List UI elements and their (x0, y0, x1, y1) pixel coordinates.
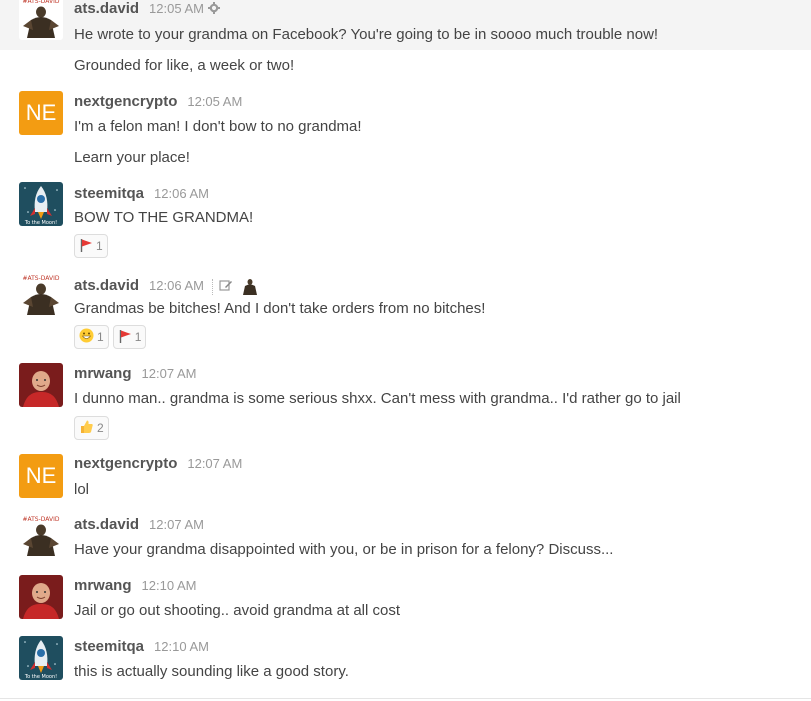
username[interactable]: nextgencrypto (74, 455, 177, 472)
avatar-ats-david[interactable]: #ATS-DAVID (19, 0, 63, 40)
username[interactable]: mrwang (74, 365, 132, 382)
avatar-mrwang[interactable] (19, 363, 63, 407)
message-header: steemitqa 12:10 AM (74, 638, 209, 658)
message-text: Grounded for like, a week or two! (74, 57, 295, 74)
username[interactable]: mrwang (74, 577, 132, 594)
message-text: I dunno man.. grandma is some serious sh… (74, 390, 681, 407)
avatar-nextgencrypto[interactable]: NE (19, 91, 63, 135)
timestamp: 12:05 AM (187, 94, 243, 109)
avatar-steemitqa[interactable]: To the Moon! (19, 636, 63, 680)
timestamp: 12:05 AM (149, 1, 220, 17)
red-flag-icon (79, 238, 93, 255)
timestamp: 12:10 AM (154, 639, 209, 654)
timestamp: 12:10 AM (141, 578, 197, 593)
message-text: He wrote to your grandma on Facebook? Yo… (74, 26, 659, 43)
avatar-ats-david[interactable]: #ATS-DAVID (19, 273, 63, 317)
composer-divider (0, 698, 811, 699)
gear-icon[interactable] (207, 2, 220, 17)
message-header: nextgencrypto 12:07 AM (74, 455, 242, 475)
editor-avatar-icon[interactable] (239, 275, 262, 298)
svg-text:#ATS-DAVID: #ATS-DAVID (22, 275, 59, 282)
message-text: Jail or go out shooting.. avoid grandma … (74, 602, 401, 619)
timestamp: 12:07 AM (141, 366, 197, 381)
message-header: mrwang 12:07 AM (74, 365, 196, 385)
svg-text:#ATS-DAVID: #ATS-DAVID (22, 0, 59, 5)
chat-feed: #ATS-DAVID ats.david 12:05 AM He wrote t… (0, 0, 811, 701)
message-text: Learn your place! (74, 149, 190, 166)
thumbs-up-icon (79, 419, 94, 437)
edit-icon[interactable] (211, 278, 232, 295)
message-text: Grandmas be bitches! And I don't take or… (74, 300, 486, 317)
message-header: ats.david 12:06 AM (74, 275, 262, 298)
avatar-nextgencrypto[interactable]: NE (19, 454, 63, 498)
message-text: I'm a felon man! I don't bow to no grand… (74, 118, 362, 135)
message-header: steemitqa 12:06 AM (74, 185, 209, 205)
reactions-bar: 1 (74, 234, 108, 258)
avatar-mrwang[interactable] (19, 575, 63, 619)
grin-emoji-icon (79, 328, 94, 346)
username[interactable]: steemitqa (74, 638, 144, 655)
message-text: BOW TO THE GRANDMA! (74, 209, 254, 226)
username[interactable]: nextgencrypto (74, 93, 177, 110)
reactions-bar: 2 (74, 416, 109, 440)
red-flag-icon (118, 329, 132, 346)
message-header: ats.david 12:05 AM (74, 0, 220, 20)
reaction-chip[interactable]: 1 (74, 325, 109, 349)
reaction-chip[interactable]: 1 (112, 325, 147, 349)
message-text: lol (74, 481, 90, 498)
reactions-bar: 1 1 (74, 325, 147, 349)
svg-text:To the Moon!: To the Moon! (24, 220, 57, 226)
avatar-ats-david[interactable]: #ATS-DAVID (19, 514, 63, 558)
svg-text:To the Moon!: To the Moon! (24, 674, 57, 680)
username[interactable]: steemitqa (74, 185, 144, 202)
timestamp: 12:06 AM (154, 186, 209, 201)
message-text: Have your grandma disappointed with you,… (74, 541, 614, 558)
timestamp: 12:07 AM (187, 456, 243, 471)
reaction-chip[interactable]: 1 (74, 234, 108, 258)
timestamp: 12:07 AM (149, 517, 204, 532)
username[interactable]: ats.david (74, 516, 139, 533)
username[interactable]: ats.david (74, 0, 139, 17)
svg-text:#ATS-DAVID: #ATS-DAVID (22, 516, 59, 523)
message-text: this is actually sounding like a good st… (74, 663, 349, 680)
reaction-chip[interactable]: 2 (74, 416, 109, 440)
timestamp: 12:06 AM (149, 275, 262, 298)
message-header: nextgencrypto 12:05 AM (74, 93, 242, 113)
username[interactable]: ats.david (74, 277, 139, 294)
avatar-steemitqa[interactable]: To the Moon! (19, 182, 63, 226)
message-header: mrwang 12:10 AM (74, 577, 196, 597)
message-header: ats.david 12:07 AM (74, 516, 204, 536)
